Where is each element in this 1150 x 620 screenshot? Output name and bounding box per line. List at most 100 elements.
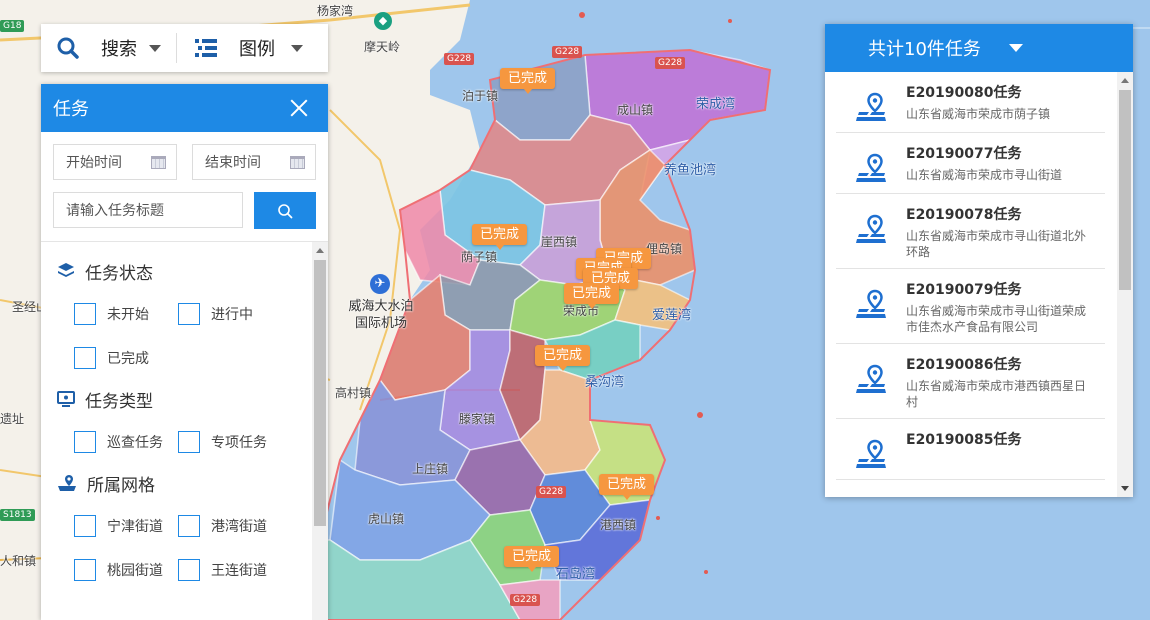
task-list-item[interactable]: E20190080任务 山东省威海市荣成市荫子镇 <box>836 72 1105 133</box>
map-label: 遗址 <box>0 412 25 426</box>
map-label: 荫子镇 <box>461 250 498 264</box>
calendar-icon[interactable] <box>151 155 166 169</box>
map-label: 虎山镇 <box>368 512 405 526</box>
monitor-icon <box>57 391 75 407</box>
poi-icon: ◆ <box>374 12 392 30</box>
map-label: 荣成湾 <box>696 97 736 112</box>
search-label: 搜索 <box>101 39 137 60</box>
road-shield: G18 <box>0 20 25 32</box>
task-name: E20190085任务 <box>906 432 1022 448</box>
task-list-item[interactable]: E20190078任务 山东省威海市荣成市寻山街道北外环路 <box>836 194 1105 269</box>
checkbox-special-task[interactable]: 专项任务 <box>178 430 282 454</box>
checkbox-not-started[interactable]: 未开始 <box>74 302 178 326</box>
checkbox-label: 宁津街道 <box>107 519 163 535</box>
task-title-placeholder: 请输入任务标题 <box>66 203 164 219</box>
map-label: 上庄镇 <box>412 462 449 476</box>
checkbox-patrol-task[interactable]: 巡查任务 <box>74 430 178 454</box>
checkbox[interactable] <box>178 303 200 325</box>
task-address: 山东省威海市荣成市荫子镇 <box>906 107 1051 121</box>
completed-marker[interactable]: 已完成 <box>535 345 591 371</box>
end-time-placeholder: 结束时间 <box>205 155 261 171</box>
checkbox-label: 巡查任务 <box>107 435 163 451</box>
chevron-down-icon <box>149 44 161 52</box>
task-name: E20190078任务 <box>906 207 1022 223</box>
grid-location-icon <box>58 475 76 491</box>
map-label: 桑沟湾 <box>585 375 625 390</box>
map-label: 石岛湾 <box>556 567 596 582</box>
task-list-item[interactable]: E20190079任务 山东省威海市荣成市寻山街道荣成市佳杰水产食品有限公司 <box>836 269 1105 344</box>
checkbox[interactable] <box>74 303 96 325</box>
task-name: E20190080任务 <box>906 85 1022 101</box>
task-list-item[interactable]: E20190077任务 山东省威海市荣成市寻山街道 <box>836 133 1105 194</box>
checkbox[interactable] <box>178 431 200 453</box>
map-location-icon <box>856 364 886 393</box>
completed-marker[interactable]: 已完成 <box>599 474 655 500</box>
scrollbar-thumb[interactable] <box>314 260 326 526</box>
completed-marker[interactable]: 已完成 <box>500 68 556 94</box>
scroll-up-icon[interactable] <box>1121 78 1129 83</box>
scroll-up-icon[interactable] <box>316 248 324 253</box>
task-name: E20190077任务 <box>906 146 1022 162</box>
section-title: 任务类型 <box>85 391 153 412</box>
task-panel-title: 任务 <box>53 99 89 120</box>
legend-toggle[interactable]: 图例 <box>177 24 328 72</box>
completed-marker[interactable]: 已完成 <box>564 283 620 309</box>
section-title: 所属网格 <box>87 475 155 496</box>
scrollbar[interactable] <box>312 242 328 620</box>
map-label: 港西镇 <box>600 518 637 532</box>
checkbox-completed[interactable]: 已完成 <box>74 346 178 370</box>
task-list-item[interactable]: E20190086任务 山东省威海市荣成市港西镇西星日村 <box>836 344 1105 419</box>
checkbox-grid-option[interactable]: 桃园街道 <box>74 558 178 582</box>
start-time-placeholder: 开始时间 <box>66 155 122 171</box>
task-address: 山东省威海市荣成市寻山街道 <box>906 168 1063 182</box>
section-title: 任务状态 <box>85 263 153 284</box>
checkbox-label: 王连街道 <box>211 563 267 579</box>
checkbox[interactable] <box>178 559 200 581</box>
close-icon[interactable] <box>290 99 308 117</box>
search-toggle[interactable]: 搜索 <box>41 24 176 72</box>
map-label: 俚岛镇 <box>646 242 683 256</box>
task-count-dropdown[interactable]: 共计10件任务 <box>825 24 1133 72</box>
map-label: 爱莲湾 <box>652 308 692 323</box>
legend-list-icon <box>195 39 217 57</box>
task-list[interactable]: E20190080任务 山东省威海市荣成市荫子镇 E20190077任务 山东省… <box>825 72 1133 497</box>
search-button[interactable] <box>254 192 316 229</box>
checkbox-grid-option[interactable]: 宁津街道 <box>74 514 178 538</box>
calendar-icon[interactable] <box>290 155 305 169</box>
task-count-label: 共计10件任务 <box>868 39 981 60</box>
checkbox-label: 进行中 <box>211 307 253 323</box>
scrollbar-thumb[interactable] <box>1119 90 1131 290</box>
section-grid: 所属网格 宁津街道 港湾街道 桃园街道 王连街道 <box>41 472 328 582</box>
task-name: E20190086任务 <box>906 357 1022 373</box>
completed-marker[interactable]: 已完成 <box>472 224 528 250</box>
task-list-item[interactable]: E20190085任务 <box>836 419 1105 480</box>
filter-scroll-area[interactable]: 任务状态 未开始 进行中 已完成 任务类型 巡查任务 专项任务 所属网格 宁津街… <box>41 242 328 620</box>
airport-label: 威海大水泊国际机场 <box>348 299 414 331</box>
task-address: 山东省威海市荣成市港西镇西星日村 <box>906 379 1087 409</box>
road-shield: G228 <box>552 46 583 58</box>
scroll-down-icon[interactable] <box>1121 486 1129 491</box>
section-header: 任务类型 <box>57 388 328 412</box>
road-shield: G228 <box>655 57 686 69</box>
checkbox[interactable] <box>178 515 200 537</box>
checkbox-grid-option[interactable]: 王连街道 <box>178 558 282 582</box>
task-title-input[interactable]: 请输入任务标题 <box>53 192 243 228</box>
legend-label: 图例 <box>239 39 275 60</box>
scrollbar[interactable] <box>1117 72 1133 497</box>
task-list-panel: 共计10件任务 E20190080任务 山东省威海市荣成市荫子镇 E201900… <box>825 24 1133 497</box>
end-time-field[interactable]: 结束时间 <box>192 144 316 180</box>
checkbox-in-progress[interactable]: 进行中 <box>178 302 282 326</box>
checkbox[interactable] <box>74 559 96 581</box>
road-shield: G228 <box>510 594 541 606</box>
map-label: 摩天岭 <box>364 40 401 54</box>
checkbox[interactable] <box>74 515 96 537</box>
start-time-field[interactable]: 开始时间 <box>53 144 177 180</box>
checkbox[interactable] <box>74 347 96 369</box>
completed-marker[interactable]: 已完成 <box>504 546 560 572</box>
map-label: 养鱼池湾 <box>664 163 717 178</box>
road-shield: G228 <box>444 53 475 65</box>
section-task-status: 任务状态 未开始 进行中 已完成 <box>41 260 328 370</box>
checkbox-grid-option[interactable]: 港湾街道 <box>178 514 282 538</box>
map-location-icon <box>856 153 886 182</box>
checkbox[interactable] <box>74 431 96 453</box>
